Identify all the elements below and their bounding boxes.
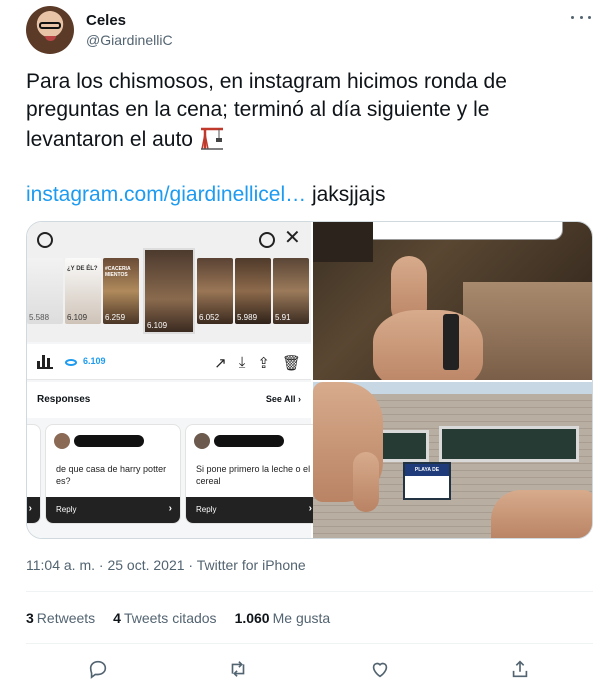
responder-avatar [54,433,70,449]
redacted-name [74,435,144,447]
tweet-header: Celes @GiardinelliC [26,4,593,56]
story-thumb: 5.989 [235,258,271,324]
hand-right [491,490,592,538]
retweets-stat[interactable]: 3 Retweets [26,610,95,626]
hand [373,310,483,380]
like-icon[interactable] [366,655,394,683]
story-thumb: 6.052 [197,258,233,324]
quotes-stat[interactable]: 4 Tweets citados [113,610,216,626]
reply-bar: › [27,497,40,523]
thumb-count: 5.989 [237,313,258,322]
sign-title: PLAYA DE ACARREO [405,464,449,485]
story-thumb-selected: 6.109 [143,248,195,334]
responses-title: Responses [37,394,91,405]
avatar-glasses [39,22,61,29]
meta-separator: · [184,557,197,573]
share-icon[interactable] [506,655,534,683]
responses-header: Responses See All › [27,382,311,418]
download-circle-icon [259,232,275,248]
story-thumb: ¿Y DE ÉL? 6.109 [65,258,101,324]
divider [26,591,593,592]
tweet-meta: 11:04 a. m. · 25 oct. 2021 · Twitter for… [26,557,306,573]
thumb-count: 6.109 [147,321,168,330]
instagram-screenshot[interactable]: ✕ 5.588 ¿Y DE ÉL? 6.109 #CACERIA MIENTOS… [27,222,321,538]
window [439,426,579,462]
response-question: Si pone primero la leche o el cereal [196,464,311,486]
background-shadow [313,222,373,262]
responder-avatar [194,433,210,449]
eye-icon [65,359,77,366]
close-icon: ✕ [284,227,301,249]
share-icon-ig: ⇪ [257,355,270,372]
thumb-count: 5.91 [275,313,291,322]
likes-stat[interactable]: 1.060 Me gusta [235,610,331,626]
tweet-source[interactable]: Twitter for iPhone [197,557,306,573]
avatar-mouth [45,36,56,41]
gear-icon [37,232,53,248]
download-icon: ⤓ [238,354,246,371]
divider [26,643,593,644]
see-all-link: See All › [265,394,301,404]
tweet-actions [26,655,593,683]
author-handle[interactable]: @GiardinelliC [86,32,173,48]
author-name[interactable]: Celes [86,12,126,29]
wristwatch [443,314,459,370]
response-cards: › de que casa de harry potter es? Reply ›… [27,424,321,528]
thumb-count: 6.052 [199,313,220,322]
views-count: 6.109 [83,356,106,366]
tweet-text: Para los chismosos, en instagram hicimos… [26,68,586,154]
tweet-link-line: instagram.com/giardinellicel… jaksjjajs [26,181,385,209]
response-card: Si pone primero la leche o el cereal Rep… [185,424,321,524]
retweet-icon[interactable] [224,655,252,683]
photo-thumbs-up[interactable] [313,222,592,380]
link-suffix: jaksjjajs [306,183,386,206]
tweet-body: Para los chismosos, en instagram hicimos… [26,70,507,151]
phone-notch [343,222,563,240]
meta-separator: · [95,557,108,573]
story-thumb: 5.588 [27,258,63,324]
thumb-count: 6.259 [105,313,126,322]
trending-icon: ↗ [214,355,227,372]
story-thumb: #CACERIA MIENTOS 6.259 [103,258,139,324]
reply-icon[interactable] [84,655,112,683]
construction-crane-icon [200,127,223,150]
redacted-name [214,435,284,447]
photo-thumbs-down[interactable]: PLAYA DE ACARREO [313,382,592,538]
response-card: de que casa de harry potter es? Reply › [45,424,181,524]
insights-icon [37,355,53,369]
thumb-count: 5.588 [29,313,50,322]
reply-bar: Reply › [46,497,180,523]
thumb-label: #CACERIA MIENTOS [105,266,131,278]
story-stats-bar: 6.109 ↗ ⤓ ⇪ 🗑 [27,344,311,380]
avatar[interactable] [26,6,74,54]
story-viewer: ✕ 5.588 ¿Y DE ÉL? 6.109 #CACERIA MIENTOS… [27,222,311,342]
tweet-date[interactable]: 25 oct. 2021 [107,557,184,573]
thumb-count: 6.109 [67,313,88,322]
towing-sign: PLAYA DE ACARREO [403,462,451,500]
more-icon[interactable] [571,10,591,24]
thumb-label: ¿Y DE ÉL? [67,266,98,272]
tweet-stats: 3 Retweets 4 Tweets citados 1.060 Me gusta [26,610,330,626]
trash-icon: 🗑 [281,355,301,372]
story-thumb: 5.91 [273,258,309,324]
thumb-down [353,452,379,512]
instagram-link[interactable]: instagram.com/giardinellicel… [26,183,306,206]
reply-bar: Reply › [186,497,320,523]
response-card-partial: › [27,424,41,524]
response-question: de que casa de harry potter es? [56,464,167,486]
media-grid[interactable]: ✕ 5.588 ¿Y DE ÉL? 6.109 #CACERIA MIENTOS… [26,221,593,539]
story-actions: ↗ ⤓ ⇪ 🗑 [214,354,301,372]
tweet-time[interactable]: 11:04 a. m. [26,557,95,573]
